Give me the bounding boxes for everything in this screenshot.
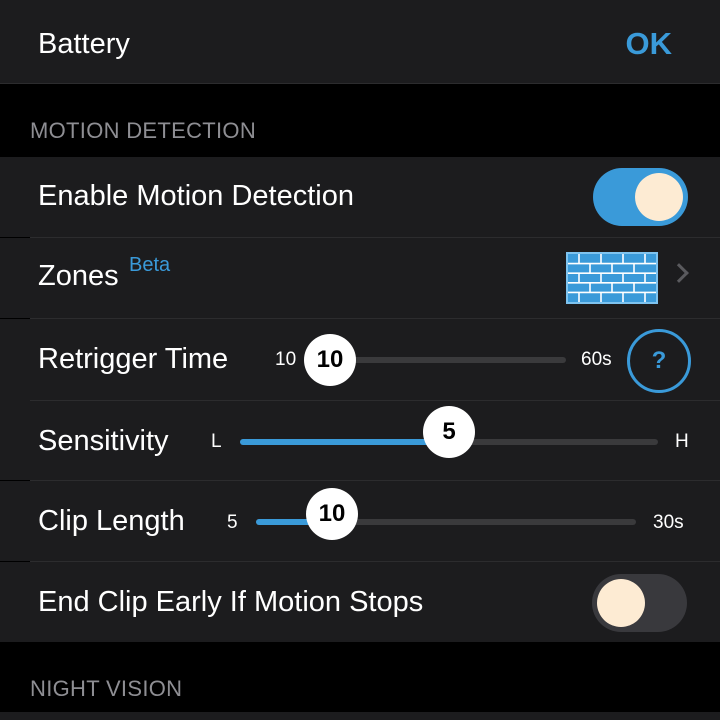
toggle-knob bbox=[635, 173, 683, 221]
end-clip-early-label: End Clip Early If Motion Stops bbox=[38, 586, 424, 618]
sensitivity-label: Sensitivity bbox=[38, 425, 169, 457]
retrigger-min-label: 10 bbox=[275, 349, 297, 370]
enable-motion-toggle[interactable] bbox=[593, 168, 688, 226]
retrigger-max-label: 60s bbox=[581, 349, 612, 370]
sensitivity-row: Sensitivity L 5 H bbox=[0, 401, 720, 480]
night-vision-header: NIGHT VISION bbox=[30, 676, 183, 701]
zones-label: Zones bbox=[38, 260, 119, 292]
clip-length-label: Clip Length bbox=[38, 505, 185, 537]
toggle-knob bbox=[597, 579, 645, 627]
sensitivity-slider-fill bbox=[240, 439, 449, 445]
zone-grid-icon[interactable] bbox=[566, 252, 658, 304]
beta-badge: Beta bbox=[129, 254, 171, 276]
battery-row: Battery OK bbox=[0, 0, 720, 84]
retrigger-row: Retrigger Time 10 10 60s bbox=[0, 319, 720, 401]
battery-title: Battery bbox=[38, 28, 130, 60]
retrigger-slider-thumb[interactable]: 10 bbox=[304, 334, 356, 386]
clip-length-max-label: 30s bbox=[653, 512, 684, 533]
help-button[interactable]: ? bbox=[627, 329, 691, 393]
retrigger-label: Retrigger Time bbox=[38, 343, 229, 375]
sensitivity-slider-thumb[interactable]: 5 bbox=[423, 406, 475, 458]
retrigger-slider-track[interactable] bbox=[330, 357, 566, 363]
end-clip-early-toggle[interactable] bbox=[592, 574, 687, 632]
enable-motion-row: Enable Motion Detection bbox=[0, 157, 720, 237]
clip-length-slider-thumb[interactable]: 10 bbox=[306, 488, 358, 540]
clip-length-row: Clip Length 5 10 30s bbox=[0, 481, 720, 561]
zone-grid-lines bbox=[568, 254, 656, 302]
sensitivity-min-label: L bbox=[211, 431, 222, 452]
ok-button[interactable]: OK bbox=[626, 26, 673, 62]
clip-length-min-label: 5 bbox=[227, 512, 238, 533]
motion-detection-header: MOTION DETECTION bbox=[30, 118, 257, 143]
night-vision-row bbox=[0, 712, 720, 720]
sensitivity-max-label: H bbox=[675, 431, 689, 452]
end-clip-early-row: End Clip Early If Motion Stops bbox=[0, 562, 720, 642]
enable-motion-label: Enable Motion Detection bbox=[38, 180, 354, 212]
divider bbox=[0, 83, 720, 84]
